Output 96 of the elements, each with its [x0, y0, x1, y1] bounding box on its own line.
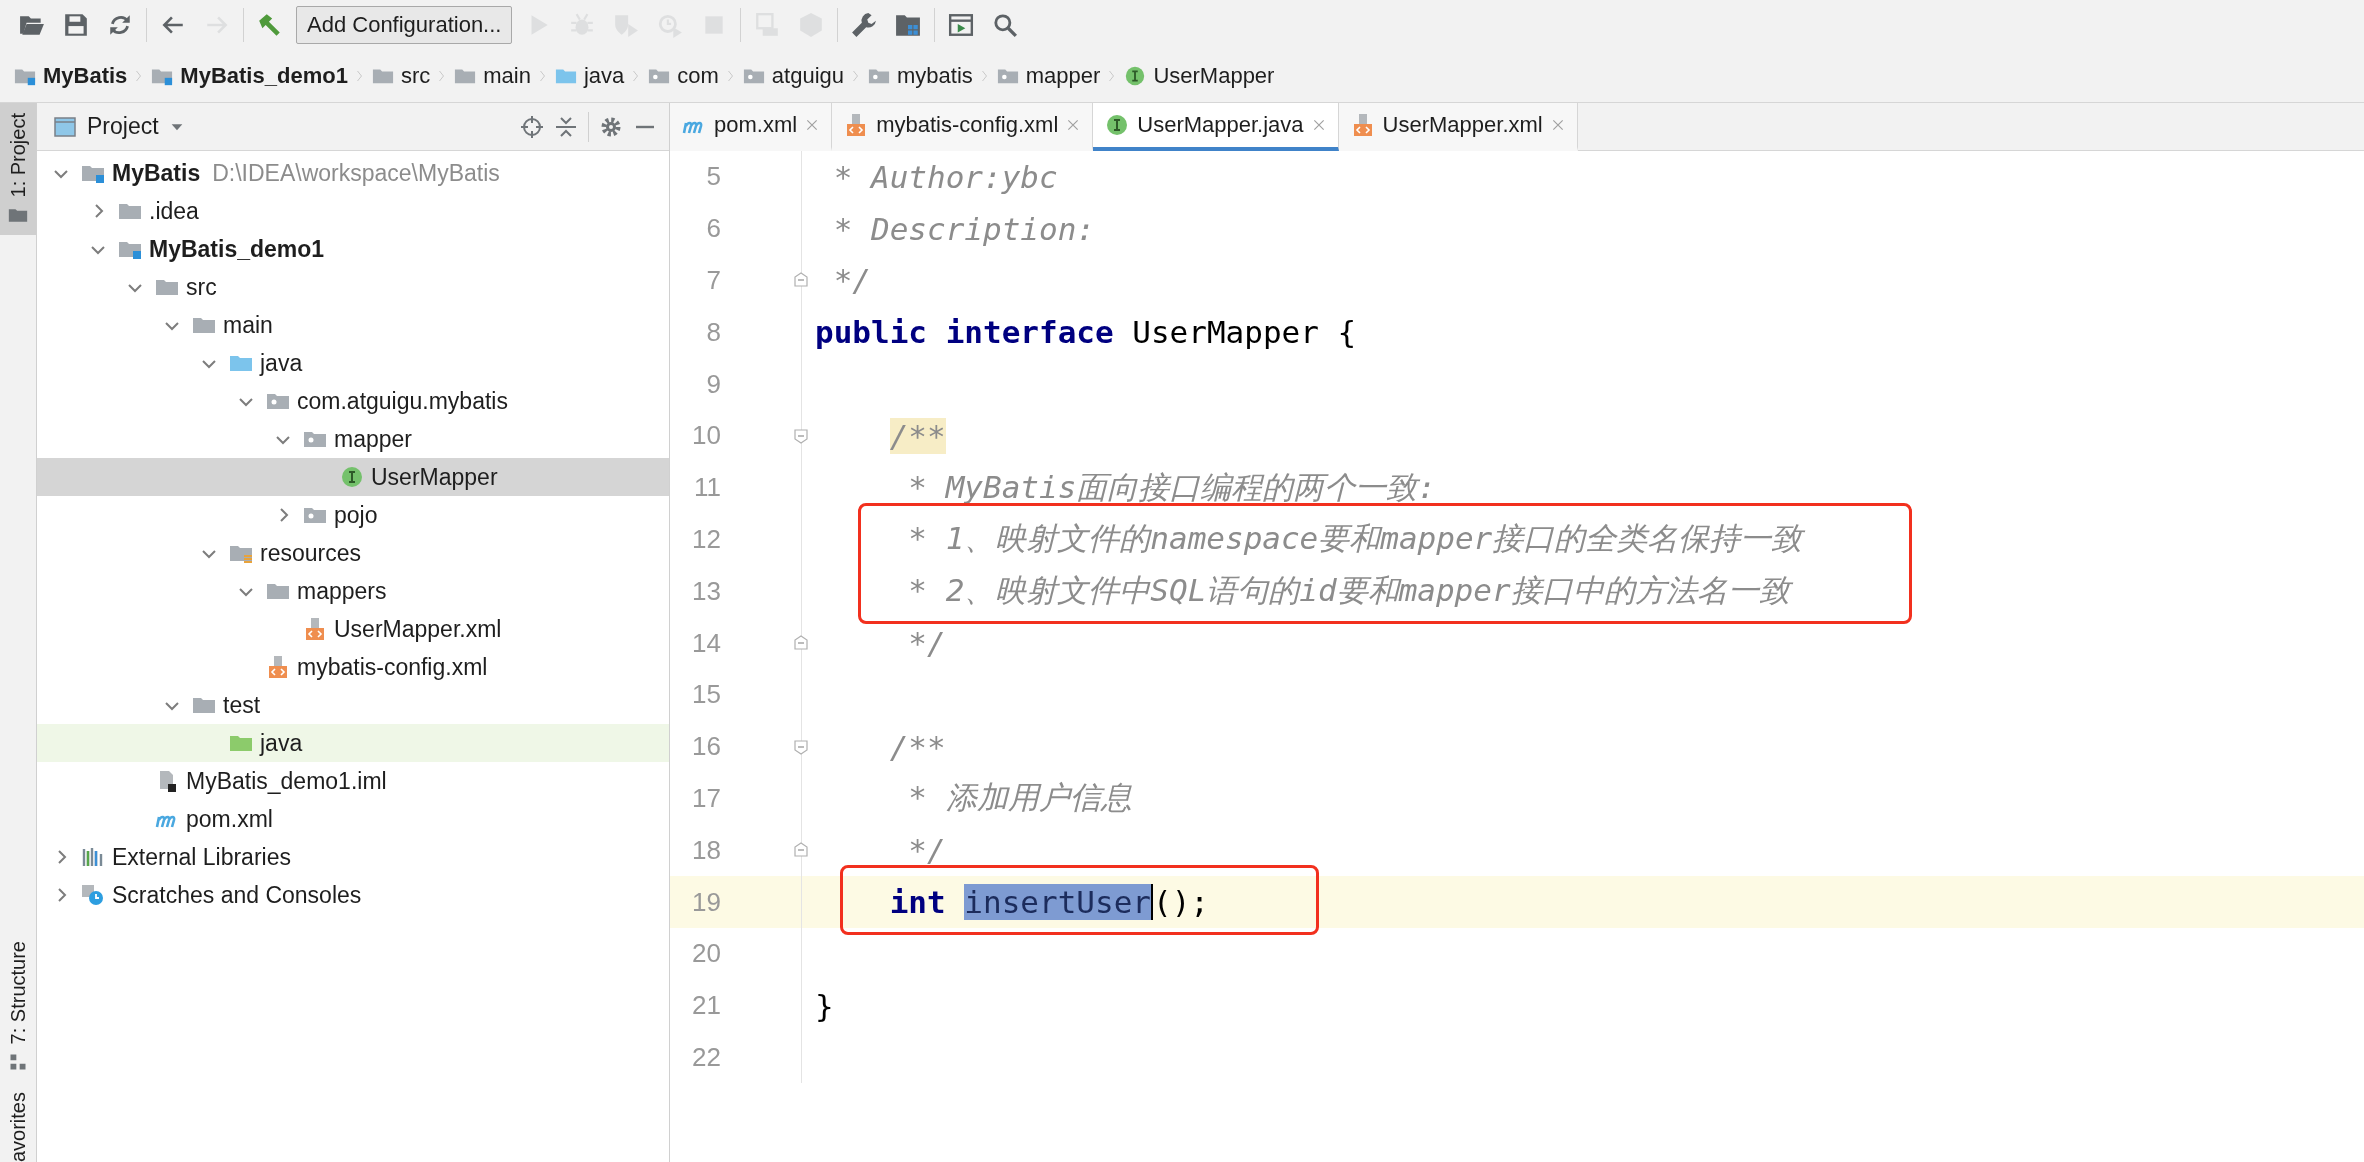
xml-file-icon: [266, 655, 290, 679]
tree-item[interactable]: pom.xml: [37, 800, 669, 838]
tool-window-label: 1: Project: [6, 113, 30, 198]
code-line: */: [907, 625, 946, 662]
save-icon[interactable]: [63, 12, 89, 38]
tree-item[interactable]: java: [37, 724, 669, 762]
interface-icon: [340, 465, 364, 489]
editor-tab[interactable]: UserMapper.xml: [1338, 103, 1578, 151]
line-number: 7: [706, 265, 721, 296]
line-number: 6: [706, 213, 721, 245]
line-number: 14: [692, 627, 721, 659]
breadcrumb-item[interactable]: main: [454, 63, 531, 89]
tree-item[interactable]: mapper: [37, 420, 669, 458]
tree-item[interactable]: Scratches and Consoles: [37, 876, 669, 914]
breadcrumb-item[interactable]: java: [554, 63, 625, 89]
tree-item[interactable]: MyBatis_demo1.iml: [37, 762, 669, 800]
panel-icon: [53, 114, 77, 139]
line-number: 10: [692, 420, 721, 452]
tree-item[interactable]: .idea: [37, 192, 669, 230]
code-line: * MyBatis面向接口编程的两个一致:: [907, 467, 1436, 507]
code-line: }: [814, 987, 834, 1024]
tree-item[interactable]: pojo: [37, 496, 669, 534]
line-number: 18: [692, 834, 721, 866]
project-path: D:\IDEA\workspace\MyBatis: [212, 159, 500, 187]
line-number: 9: [706, 368, 721, 400]
line-number: 19: [692, 886, 721, 918]
close-icon[interactable]: [1550, 118, 1565, 132]
breadcrumb-item[interactable]: MyBatis: [14, 63, 128, 89]
fold-marker-icon[interactable]: [792, 634, 810, 653]
line-number: 5: [706, 161, 721, 193]
close-icon[interactable]: [805, 118, 820, 132]
tree-item[interactable]: test: [37, 686, 669, 724]
tree-item[interactable]: External Libraries: [37, 838, 669, 876]
code-line: * Description:: [832, 210, 1095, 247]
libraries-icon: [81, 845, 105, 869]
tree-item[interactable]: UserMapper.xml: [37, 610, 669, 648]
line-number: 12: [692, 523, 721, 555]
fold-marker-icon[interactable]: [792, 426, 810, 445]
tool-window-label: 7: Structure: [6, 940, 30, 1044]
editor-tab[interactable]: UserMapper.java: [1093, 103, 1339, 151]
tool-window-tab[interactable]: avorites: [0, 1081, 36, 1162]
editor-tab[interactable]: pom.xml: [670, 103, 833, 151]
tree-item[interactable]: resources: [37, 534, 669, 572]
code-line: */: [832, 262, 871, 299]
interface-icon: [1105, 113, 1130, 137]
search-icon[interactable]: [992, 12, 1019, 38]
tool-window-tab[interactable]: 1: Project: [0, 103, 36, 236]
hammer-icon[interactable]: [257, 12, 283, 38]
breadcrumb-item[interactable]: atguigu: [742, 63, 844, 89]
tree-item[interactable]: src: [37, 268, 669, 306]
fold-marker-icon[interactable]: [792, 841, 810, 860]
tree-item[interactable]: MyBatis_demo1: [37, 230, 669, 268]
tree-item[interactable]: MyBatis D:\IDEA\workspace\MyBatis: [37, 154, 669, 192]
line-number: 21: [692, 990, 721, 1022]
fold-marker-icon[interactable]: [792, 271, 810, 290]
breadcrumb-item[interactable]: mybatis: [868, 63, 973, 89]
tree-item[interactable]: mappers: [37, 572, 669, 610]
scratches-icon: [81, 883, 105, 907]
code-line: /**: [888, 728, 946, 765]
breadcrumb-item[interactable]: src: [371, 63, 431, 89]
panel-title[interactable]: Project: [87, 113, 159, 140]
line-number: 13: [692, 575, 721, 607]
xml-file-icon: [303, 617, 327, 641]
code-line: */: [907, 832, 946, 869]
window-icon[interactable]: [948, 12, 975, 38]
wrench-icon[interactable]: [851, 12, 878, 38]
interface-icon: [1124, 65, 1147, 87]
line-number: 20: [692, 938, 721, 970]
line-number: 15: [692, 679, 721, 711]
breadcrumb-item[interactable]: mapper: [996, 63, 1101, 89]
close-icon[interactable]: [1066, 118, 1081, 132]
line-number: 8: [706, 316, 721, 348]
code-line: public interface UserMapper {: [814, 314, 1357, 351]
code-line: * 1、映射文件的namespace要和mapper接口的全类名保持一致: [907, 519, 1803, 559]
fold-marker-icon[interactable]: [792, 737, 810, 756]
run-configuration-button[interactable]: Add Configuration...: [296, 6, 513, 44]
code-line: * Author:ybc: [832, 158, 1058, 195]
crosshair-icon[interactable]: [520, 114, 544, 139]
code-line: * 添加用户信息: [907, 778, 1132, 818]
tree-item[interactable]: com.atguigu.mybatis: [37, 382, 669, 420]
tree-item[interactable]: UserMapper: [37, 458, 669, 496]
folder-grid-icon[interactable]: [895, 12, 922, 38]
breadcrumb-item[interactable]: MyBatis_demo1: [151, 63, 348, 89]
tree-item[interactable]: main: [37, 306, 669, 344]
line-number: 22: [692, 1041, 721, 1073]
tree-item[interactable]: mybatis-config.xml: [37, 648, 669, 686]
breadcrumb-item[interactable]: UserMapper: [1124, 63, 1275, 89]
close-icon[interactable]: [1311, 118, 1326, 132]
editor-tab[interactable]: mybatis-config.xml: [832, 103, 1094, 151]
collapse-all-icon[interactable]: [554, 114, 578, 139]
line-number: 16: [692, 731, 721, 763]
tool-window-tab[interactable]: 7: Structure: [0, 930, 36, 1082]
tree-item[interactable]: java: [37, 344, 669, 382]
breadcrumb-item[interactable]: com: [648, 63, 719, 89]
line-number: 11: [694, 472, 721, 504]
line-number: 17: [692, 782, 721, 814]
